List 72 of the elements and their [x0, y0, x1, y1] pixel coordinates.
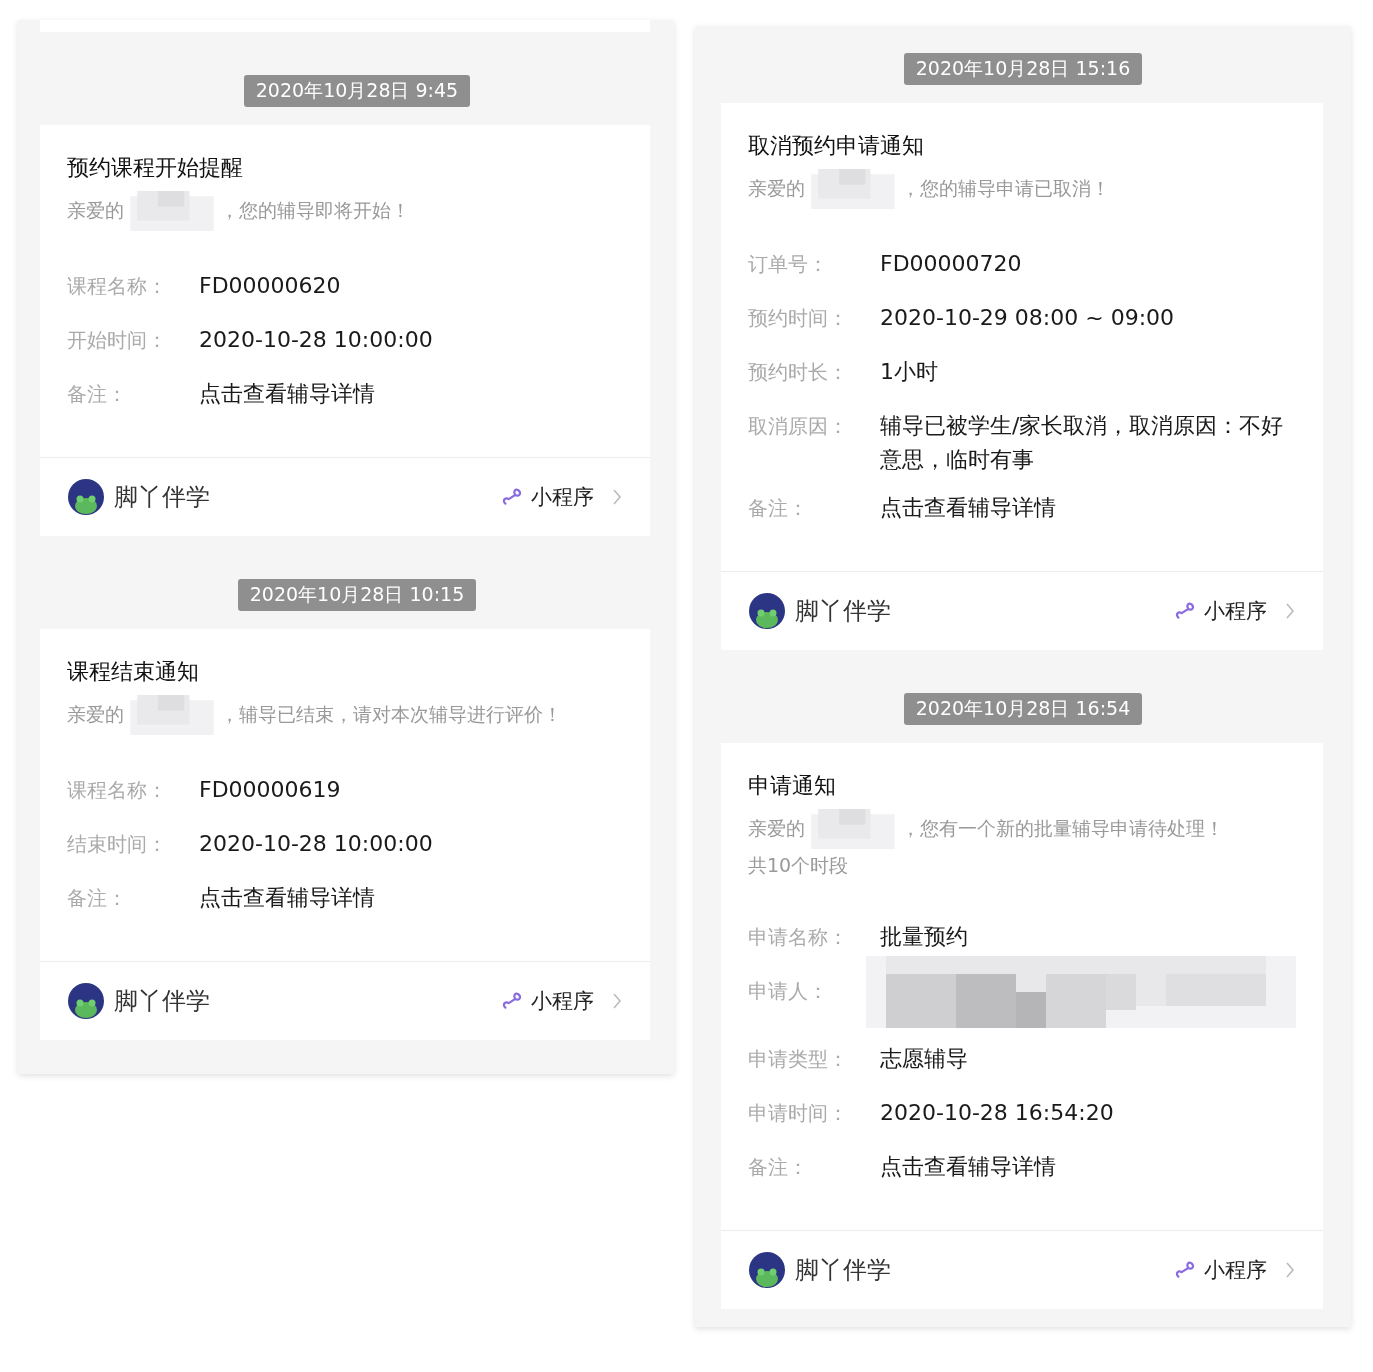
app-name: 脚丫伴学 — [795, 1255, 891, 1286]
field-label: 备注： — [748, 495, 809, 522]
frog-logo-icon — [68, 479, 104, 515]
timestamp: 2020年10月28日 10:15 — [237, 579, 477, 611]
link-icon — [501, 486, 523, 508]
field-label: 课程名称： — [67, 273, 168, 300]
field-value: 2020-10-28 16:54:20 — [880, 1099, 1114, 1127]
greeting-text: 亲爱的 — [67, 702, 124, 725]
chevron-right-icon — [612, 992, 622, 1010]
frog-logo-icon — [749, 593, 785, 629]
app-name: 脚丫伴学 — [795, 596, 891, 627]
frog-logo-icon — [749, 1252, 785, 1288]
field-label: 申请时间： — [748, 1100, 849, 1127]
chevron-right-icon — [612, 488, 622, 506]
field-label: 预约时长： — [748, 359, 849, 386]
chevron-right-icon — [1285, 602, 1295, 620]
field-value: FD00000720 — [880, 250, 1022, 278]
card-title: 申请通知 — [748, 772, 837, 800]
field-value: 点击查看辅导详情 — [199, 380, 375, 408]
mini-program-link[interactable]: 小程序 — [531, 987, 594, 1015]
card-title: 取消预约申请通知 — [748, 132, 925, 160]
field-label: 申请类型： — [748, 1046, 849, 1073]
field-label: 申请名称： — [748, 924, 849, 951]
field-value: 2020-10-28 10:00:00 — [199, 326, 433, 354]
field-label: 备注： — [67, 381, 128, 408]
greeting-text: ，您的辅导申请已取消！ — [901, 176, 1110, 199]
link-icon — [1174, 1259, 1196, 1281]
note-text: 共10个时段 — [748, 853, 850, 878]
mini-program-link[interactable]: 小程序 — [1204, 597, 1267, 625]
frog-logo-icon — [68, 983, 104, 1019]
greeting-text: ，您的辅导即将开始！ — [220, 198, 410, 221]
field-label: 备注： — [748, 1154, 809, 1181]
mini-program-link[interactable]: 小程序 — [1204, 1256, 1267, 1284]
card-title: 课程结束通知 — [67, 658, 200, 686]
app-name: 脚丫伴学 — [114, 482, 210, 513]
greeting-text: 亲爱的 — [748, 176, 805, 199]
app-name: 脚丫伴学 — [114, 986, 210, 1017]
timestamp: 2020年10月28日 9:45 — [243, 75, 471, 107]
card-title: 预约课程开始提醒 — [67, 154, 244, 182]
field-value: 批量预约 — [880, 923, 968, 951]
field-value: 点击查看辅导详情 — [880, 1153, 1056, 1181]
field-label: 申请人： — [748, 978, 829, 1005]
timestamp: 2020年10月28日 16:54 — [903, 693, 1143, 725]
greeting-text: 亲爱的 — [67, 198, 124, 221]
field-value: 1小时 — [880, 358, 938, 386]
field-value: 辅导已被学生/家长取消，取消原因：不好意思，临时有事 — [880, 412, 1285, 474]
field-label: 结束时间： — [67, 831, 168, 858]
greeting-text: ，您有一个新的批量辅导申请待处理！ — [901, 816, 1224, 839]
field-value: FD00000620 — [199, 272, 341, 300]
field-label: 预约时间： — [748, 305, 849, 332]
field-label: 订单号： — [748, 251, 829, 278]
field-label: 开始时间： — [67, 327, 168, 354]
greeting-text: ，辅导已结束，请对本次辅导进行评价！ — [220, 702, 562, 725]
field-value: 点击查看辅导详情 — [880, 494, 1056, 522]
field-value: 点击查看辅导详情 — [199, 884, 375, 912]
field-value: 2020-10-28 10:00:00 — [199, 830, 433, 858]
field-value: FD00000619 — [199, 776, 341, 804]
message-card[interactable]: 课程结束通知 亲爱的 ，辅导已结束，请对本次辅导进行评价！ 课程名称： FD00000619 结束时间： 2020-10-28 10:00:00 备注： 点击查看辅导详情 脚丫伴学 小程序 — [40, 629, 650, 1040]
field-label: 取消原因： — [748, 413, 849, 440]
field-label: 备注： — [67, 885, 128, 912]
timestamp: 2020年10月28日 15:16 — [903, 53, 1143, 85]
link-icon — [501, 990, 523, 1012]
field-value: 2020-10-29 08:00 ~ 09:00 — [880, 304, 1175, 332]
greeting-text: 亲爱的 — [748, 816, 805, 839]
chevron-right-icon — [1285, 1261, 1295, 1279]
link-icon — [1174, 600, 1196, 622]
message-card[interactable]: 申请通知 亲爱的 ，您有一个新的批量辅导申请待处理！ 共10个时段 申请名称： 批量预约 申请人： 申请类型： 志愿辅导 申请时间： 2020-10-28 16:54:20 备注： 点击查看辅导详情 脚丫伴学 小程序 — [721, 743, 1323, 1309]
field-value: 志愿辅导 — [880, 1045, 968, 1073]
mini-program-link[interactable]: 小程序 — [531, 483, 594, 511]
message-card[interactable]: 取消预约申请通知 亲爱的 ，您的辅导申请已取消！ 订单号： FD00000720 预约时间： 2020-10-29 08:00 ~ 09:00 预约时长： 1小时 取消原因： 辅导已被学生/家长取消，取消原因：不好意思，临时有事 备注： 点击查看辅导详情 脚丫伴学 小程序 — [721, 103, 1323, 650]
field-label: 课程名称： — [67, 777, 168, 804]
message-card[interactable]: 预约课程开始提醒 亲爱的 ，您的辅导即将开始！ 课程名称： FD00000620 开始时间： 2020-10-28 10:00:00 备注： 点击查看辅导详情 脚丫伴学 小程序 — [40, 125, 650, 536]
